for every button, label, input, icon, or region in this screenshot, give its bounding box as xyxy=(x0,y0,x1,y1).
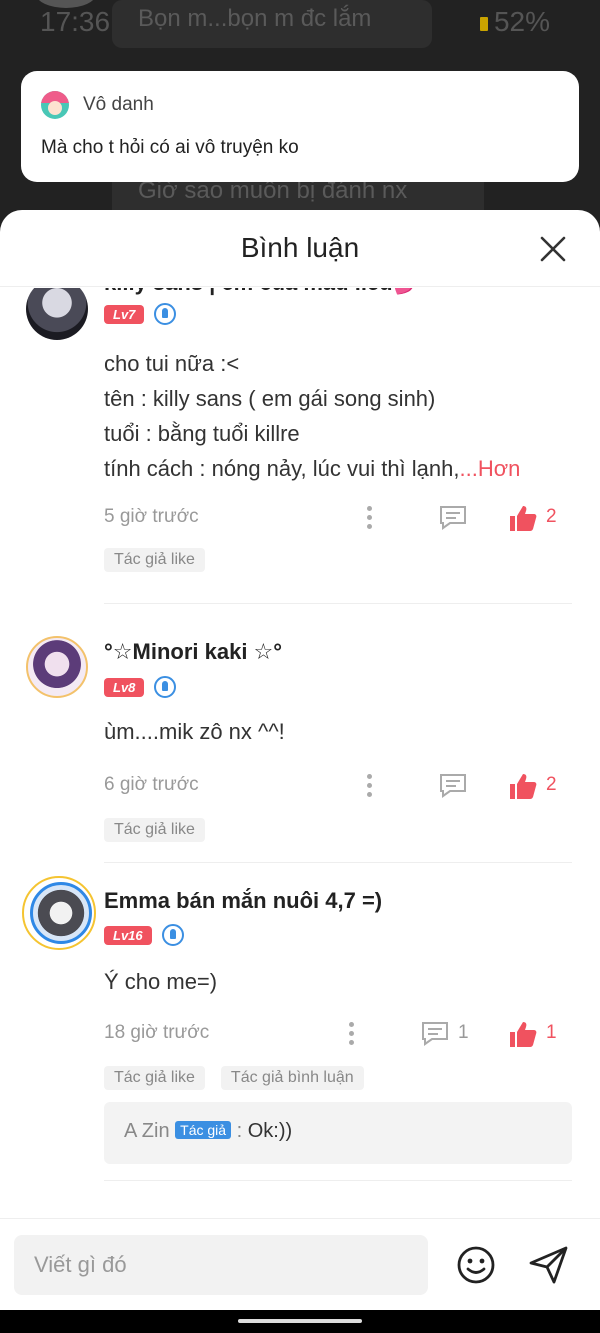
reply-icon[interactable] xyxy=(438,504,468,530)
comment-time: 5 giờ trước xyxy=(104,506,199,527)
author-liked-tag: Tác giả like xyxy=(104,1066,205,1090)
like-icon[interactable] xyxy=(508,504,538,532)
divider xyxy=(104,862,572,863)
reply-preview[interactable]: A Zin Tác giả : Ok:)) xyxy=(104,1102,572,1164)
comments-sheet: Bình luận killy sans | em của màu liều💕 … xyxy=(0,210,600,1310)
comment-meta: 5 giờ trước 2 xyxy=(104,504,564,534)
author-liked-tag: Tác giả like xyxy=(104,548,205,572)
comment-line: tính cách : nóng nảy, lúc vui thì lạnh,.… xyxy=(104,451,520,486)
level-badge: Lv7 xyxy=(104,304,145,324)
notification-avatar xyxy=(41,91,69,119)
comment-tags: Tác giả like Tác giả bình luận xyxy=(104,1066,380,1090)
like-icon[interactable] xyxy=(508,772,538,800)
reply-text: Ok:)) xyxy=(247,1120,293,1142)
more-options-icon[interactable] xyxy=(348,1022,354,1046)
comment-text: ùm....mik zô nx ^^! xyxy=(104,714,285,749)
more-options-icon[interactable] xyxy=(366,774,372,798)
reply-author[interactable]: A Zin xyxy=(124,1120,170,1142)
comment-tags: Tác giả like xyxy=(104,548,221,572)
like-count: 2 xyxy=(546,506,557,527)
author-commented-tag: Tác giả bình luận xyxy=(220,1066,364,1090)
comment-tags: Tác giả like xyxy=(104,818,221,842)
level-badge: Lv8 xyxy=(104,677,145,697)
more-options-icon[interactable] xyxy=(366,506,372,530)
avatar[interactable] xyxy=(30,882,92,944)
author-liked-tag: Tác giả like xyxy=(104,818,205,842)
avatar[interactable] xyxy=(26,636,88,698)
reply-count: 1 xyxy=(458,1022,469,1043)
comment-line: tuổi : bằng tuổi killre xyxy=(104,421,300,446)
status-time: 17:36 xyxy=(40,6,111,37)
comment-time: 6 giờ trước xyxy=(104,774,199,795)
user-badges: Lv16 xyxy=(104,924,184,946)
user-badges: Lv7 xyxy=(104,303,177,325)
reply-icon[interactable] xyxy=(420,1020,450,1046)
like-icon[interactable] xyxy=(508,1020,538,1048)
comment-input[interactable]: Viết gì đó xyxy=(14,1235,428,1295)
status-bar: 17:36 52% xyxy=(0,0,600,44)
comment-time: 18 giờ trước xyxy=(104,1022,210,1043)
more-link[interactable]: ...Hơn xyxy=(459,456,520,481)
comment-line: ùm....mik zô nx ^^! xyxy=(104,719,285,744)
comment-author[interactable]: Emma bán mắn nuôi 4,7 =) xyxy=(104,888,382,914)
battery-icon xyxy=(479,16,488,31)
comment-line: tên : killy sans ( em gái song sinh) xyxy=(104,386,436,411)
send-icon[interactable] xyxy=(528,1245,570,1285)
close-icon[interactable] xyxy=(540,236,566,262)
notification-card[interactable]: Vô danh Mà cho t hỏi có ai vô truyện ko xyxy=(21,71,579,182)
sheet-header: Bình luận xyxy=(0,210,600,287)
battery-indicator: 52% xyxy=(479,6,550,38)
comment-line: cho tui nữa :< xyxy=(104,351,240,376)
divider xyxy=(104,1180,572,1181)
reply-separator: : xyxy=(236,1120,248,1142)
medal-icon xyxy=(161,924,184,946)
comment-input-bar: Viết gì đó xyxy=(0,1218,600,1310)
comment-author[interactable]: °☆Minori kaki ☆° xyxy=(104,639,282,665)
user-badges: Lv8 xyxy=(104,676,177,698)
comment-text: cho tui nữa :< tên : killy sans ( em gái… xyxy=(104,346,520,486)
notification-message: Mà cho t hỏi có ai vô truyện ko xyxy=(41,137,299,158)
author-badge: Tác giả xyxy=(175,1121,232,1139)
emoji-icon[interactable] xyxy=(456,1245,496,1285)
like-count: 2 xyxy=(546,774,557,795)
comment-meta: 6 giờ trước 2 xyxy=(104,772,564,802)
navigation-bar xyxy=(0,1310,600,1333)
level-badge: Lv16 xyxy=(104,925,152,945)
comment-author[interactable]: killy sans | em của màu liều💕 xyxy=(104,288,420,296)
medal-icon xyxy=(154,303,177,325)
home-indicator[interactable] xyxy=(238,1319,362,1323)
comment-meta: 18 giờ trước 1 1 xyxy=(104,1020,564,1050)
sheet-title: Bình luận xyxy=(240,232,360,263)
comment-text: Ý cho me=) xyxy=(104,964,217,999)
like-count: 1 xyxy=(546,1022,557,1043)
comment-list[interactable]: killy sans | em của màu liều💕 Lv7 cho tu… xyxy=(0,288,600,1218)
notification-sender: Vô danh xyxy=(83,94,154,115)
medal-icon xyxy=(154,676,177,698)
comment-line-text: tính cách : nóng nảy, lúc vui thì lạnh, xyxy=(104,456,460,481)
battery-level: 52% xyxy=(493,6,550,37)
reply-icon[interactable] xyxy=(438,772,468,798)
avatar[interactable] xyxy=(26,288,88,340)
comment-line: Ý cho me=) xyxy=(104,969,218,994)
divider xyxy=(104,603,572,604)
